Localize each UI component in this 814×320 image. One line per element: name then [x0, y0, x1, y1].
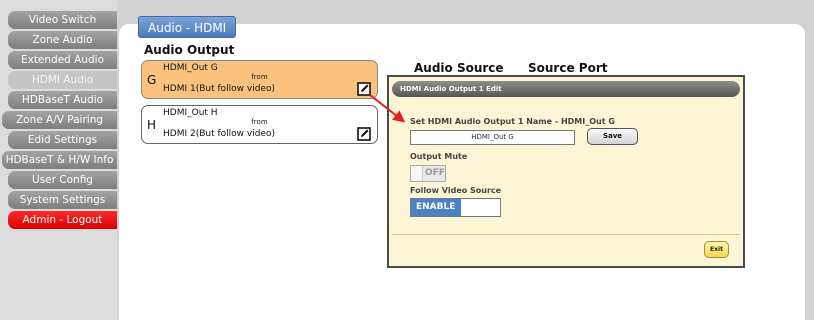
output-name: HDMI_Out H: [163, 108, 218, 118]
sidebar-item-user-config[interactable]: User Config: [8, 171, 117, 189]
sidebar-item-hdmi-audio[interactable]: HDMI Audio: [8, 71, 117, 89]
output-mute-toggle[interactable]: OFF: [410, 165, 446, 182]
output-name-field[interactable]: HDMI_Out G: [410, 130, 575, 145]
sidebar-item-hdbaset-audio[interactable]: HDBaseT Audio: [8, 91, 117, 109]
sidebar-item-extended-audio[interactable]: Extended Audio: [8, 51, 117, 69]
output-card-g[interactable]: G HDMI_Out G from HDMI 1(But follow vide…: [141, 60, 378, 99]
follow-video-label: Follow Video Source: [410, 186, 502, 195]
output-from: from: [251, 118, 268, 126]
sidebar-item-admin-logout[interactable]: Admin - Logout: [8, 211, 117, 229]
save-button[interactable]: Save: [587, 128, 638, 145]
sidebar-item-system-settings[interactable]: System Settings: [8, 191, 117, 209]
output-card-h[interactable]: H HDMI_Out H from HDMI 2(But follow vide…: [141, 105, 378, 144]
edit-icon[interactable]: [357, 82, 371, 96]
edit-icon[interactable]: [357, 127, 371, 141]
name-label: Set HDMI Audio Output 1 Name - HDMI_Out …: [410, 117, 615, 126]
sidebar-item-edid-settings[interactable]: Edid Settings: [8, 131, 117, 149]
output-source: HDMI 1(But follow video): [163, 84, 275, 94]
audio-output-title: Audio Output: [144, 43, 235, 57]
output-name: HDMI_Out G: [163, 63, 218, 73]
toggle-state: OFF: [425, 168, 445, 178]
sidebar-item-zone-av-pairing[interactable]: Zone A/V Pairing: [2, 111, 117, 129]
toggle-knob: [411, 166, 423, 181]
output-from: from: [251, 73, 268, 81]
sidebar-item-video-switch[interactable]: Video Switch: [8, 11, 117, 29]
exit-button[interactable]: Exit: [704, 241, 729, 258]
output-mute-label: Output Mute: [410, 152, 468, 161]
page-title-tab: Audio - HDMI: [138, 16, 237, 38]
toggle-state: ENABLE: [416, 202, 456, 212]
dialog-divider: [392, 234, 740, 235]
source-port-header: Source Port: [528, 61, 608, 75]
sidebar-item-hdbaset-hw-info[interactable]: HDBaseT & H/W Info: [2, 151, 117, 169]
sidebar: Video Switch Zone Audio Extended Audio H…: [0, 0, 117, 320]
audio-source-header: Audio Source: [414, 61, 504, 75]
follow-video-toggle[interactable]: ENABLE: [410, 198, 501, 217]
sidebar-item-zone-audio[interactable]: Zone Audio: [8, 31, 117, 49]
edit-dialog: HDMI Audio Output 1 Edit Set HDMI Audio …: [387, 75, 745, 268]
dialog-title: HDMI Audio Output 1 Edit: [392, 81, 740, 97]
output-source: HDMI 2(But follow video): [163, 129, 275, 139]
